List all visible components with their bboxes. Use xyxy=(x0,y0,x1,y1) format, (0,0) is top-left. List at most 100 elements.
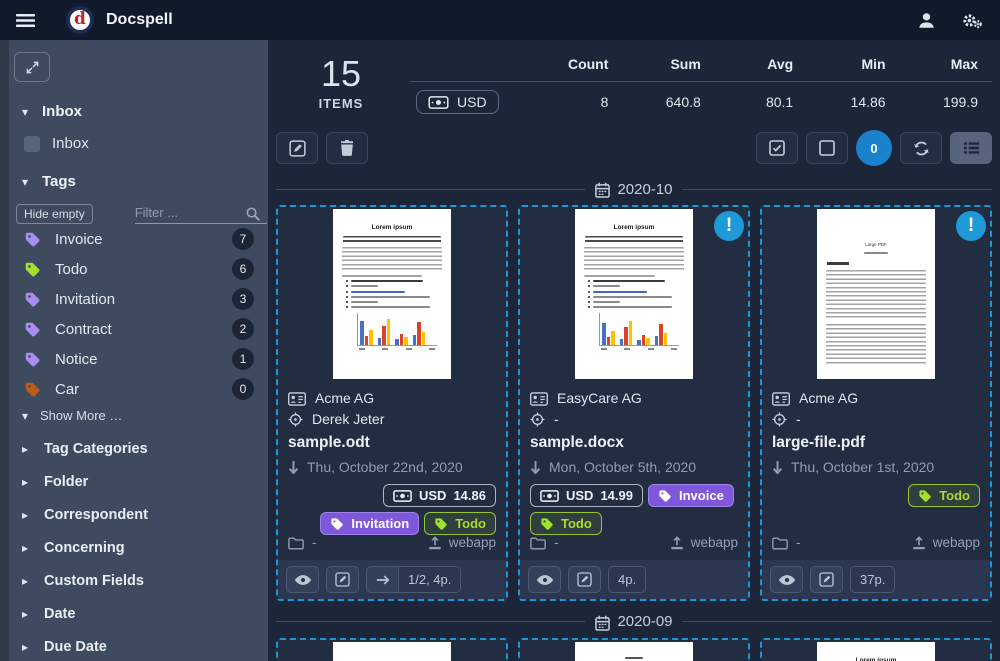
item-title[interactable]: sample.odt xyxy=(288,434,496,452)
tag-icon xyxy=(24,290,41,308)
chevron-down-icon: ▾ xyxy=(22,105,32,119)
concerning-row: Derek Jeter xyxy=(288,408,496,429)
sidebar-section-tag-categories[interactable]: ▸ Tag Categories xyxy=(22,432,268,465)
sidebar-section-concerning[interactable]: ▸ Concerning xyxy=(22,531,268,564)
tag-icon xyxy=(24,380,41,398)
date-group-header: 2020-09 xyxy=(276,613,992,630)
folder-icon xyxy=(772,535,788,550)
document-preview[interactable]: Large PDF xyxy=(762,207,990,380)
item-card-sample-docx[interactable]: ! Lorem ipsum xyxy=(518,205,750,601)
show-more-tags[interactable]: ▾ Show More … xyxy=(22,408,268,423)
selected-count-badge[interactable]: 0 xyxy=(856,130,892,166)
edit-item-button[interactable] xyxy=(568,566,601,593)
select-all-button[interactable] xyxy=(756,132,798,164)
tag-icon xyxy=(24,350,41,368)
currency-badge[interactable]: USD xyxy=(416,90,499,114)
arrow-down-icon xyxy=(772,459,783,476)
sidebar-section-folder[interactable]: ▸ Folder xyxy=(22,465,268,498)
delete-items-button[interactable] xyxy=(326,132,368,164)
tag-item-invoice[interactable]: Invoice 7 xyxy=(24,224,254,254)
address-card-icon xyxy=(288,389,306,405)
view-item-button[interactable] xyxy=(286,566,319,593)
preview-title: Lorem ipsum xyxy=(825,657,927,661)
folder-value: - xyxy=(554,535,559,550)
tag-count-badge: 2 xyxy=(232,318,254,340)
document-preview[interactable] xyxy=(278,640,506,661)
document-preview[interactable] xyxy=(520,640,748,661)
address-card-icon xyxy=(772,389,790,405)
upload-source-icon xyxy=(912,535,926,550)
tag-badge-todo[interactable]: Todo xyxy=(908,484,980,507)
tag-item-notice[interactable]: Notice 1 xyxy=(24,344,254,374)
menu-hamburger-icon[interactable] xyxy=(10,5,40,35)
stats-col-sum: Sum xyxy=(622,50,714,82)
chevron-down-icon: ▾ xyxy=(22,409,32,423)
item-card[interactable]: Lorem ipsum xyxy=(760,638,992,661)
tag-item-contract[interactable]: Contract 2 xyxy=(24,314,254,344)
item-card[interactable] xyxy=(518,638,750,661)
concerning-row: - xyxy=(772,408,980,429)
preview-title: Lorem ipsum xyxy=(583,224,685,231)
item-card[interactable] xyxy=(276,638,508,661)
correspondent-row: Acme AG xyxy=(772,387,980,408)
crosshairs-icon xyxy=(772,410,787,427)
due-date-alert-badge: ! xyxy=(714,211,744,241)
tag-badge-todo[interactable]: Todo xyxy=(530,512,602,535)
tag-badge-todo[interactable]: Todo xyxy=(424,512,496,535)
tag-filter-input[interactable] xyxy=(135,205,245,220)
item-title[interactable]: sample.docx xyxy=(530,434,738,452)
item-card-sample-odt[interactable]: Lorem ipsum xyxy=(276,205,508,601)
sidebar-section-custom-fields[interactable]: ▸ Custom Fields xyxy=(22,564,268,597)
tag-item-car[interactable]: Car 0 xyxy=(24,374,254,404)
tag-badge-invitation[interactable]: Invitation xyxy=(320,512,419,535)
refresh-button[interactable] xyxy=(900,132,942,164)
view-item-button[interactable] xyxy=(528,566,561,593)
edit-item-button[interactable] xyxy=(326,566,359,593)
tag-count-badge: 0 xyxy=(232,378,254,400)
list-view-toggle-button[interactable] xyxy=(950,132,992,164)
document-preview[interactable]: Lorem ipsum xyxy=(520,207,748,380)
tag-count-badge: 6 xyxy=(232,258,254,280)
tag-count-badge: 7 xyxy=(232,228,254,250)
sidebar-section-date[interactable]: ▸ Date xyxy=(22,597,268,630)
edit-items-button[interactable] xyxy=(276,132,318,164)
stats-col-max: Max xyxy=(900,50,992,82)
stats-col-count: Count xyxy=(530,50,622,82)
tag-icon xyxy=(24,320,41,338)
sidebar-section-tags[interactable]: ▾ Tags xyxy=(22,173,268,190)
tag-count-badge: 1 xyxy=(232,348,254,370)
stats-summary: 15 ITEMS Count Sum Avg Min Max USD 8 640… xyxy=(276,50,992,114)
document-preview[interactable]: Lorem ipsum xyxy=(762,640,990,661)
sidebar-section-correspondent[interactable]: ▸ Correspondent xyxy=(22,498,268,531)
deselect-all-button[interactable] xyxy=(806,132,848,164)
view-item-button[interactable] xyxy=(770,566,803,593)
user-icon[interactable] xyxy=(918,11,935,29)
chevron-right-icon: ▸ xyxy=(22,541,32,555)
currency-stats-table: Count Sum Avg Min Max USD 8 640.8 80.1 1… xyxy=(410,50,992,114)
item-title[interactable]: large-file.pdf xyxy=(772,434,980,452)
document-preview[interactable]: Lorem ipsum xyxy=(278,207,506,380)
inbox-checkbox[interactable] xyxy=(24,136,40,152)
tag-badge-invoice[interactable]: Invoice xyxy=(648,484,734,507)
next-attachment-button[interactable] xyxy=(366,566,399,593)
sidebar-section-due-date[interactable]: ▸ Due Date xyxy=(22,630,268,661)
card-footer: 1/2, 4p. xyxy=(278,560,506,599)
settings-gears-icon[interactable] xyxy=(961,11,982,29)
sidebar-expand-button[interactable] xyxy=(14,52,50,82)
sidebar-section-inbox[interactable]: ▾ Inbox xyxy=(22,103,268,120)
tag-item-invitation[interactable]: Invitation 3 xyxy=(24,284,254,314)
filter-sidebar: ▾ Inbox Inbox ▾ Tags Hide empty Invoice … xyxy=(0,40,268,661)
preview-title: Large PDF xyxy=(825,242,927,247)
edit-item-button[interactable] xyxy=(810,566,843,593)
item-card-large-file-pdf[interactable]: ! Large PDF Acme AG xyxy=(760,205,992,601)
preview-title: Lorem ipsum xyxy=(341,224,443,231)
stats-col-avg: Avg xyxy=(715,50,807,82)
inbox-checkbox-item[interactable]: Inbox xyxy=(24,135,268,152)
hide-empty-button[interactable]: Hide empty xyxy=(16,204,93,224)
crosshairs-icon xyxy=(288,410,303,427)
chevron-right-icon: ▸ xyxy=(22,607,32,621)
tag-filter-field[interactable] xyxy=(135,204,267,224)
tag-item-todo[interactable]: Todo 6 xyxy=(24,254,254,284)
tag-icon xyxy=(24,260,41,278)
amount-badge: USD 14.86 xyxy=(383,484,496,507)
